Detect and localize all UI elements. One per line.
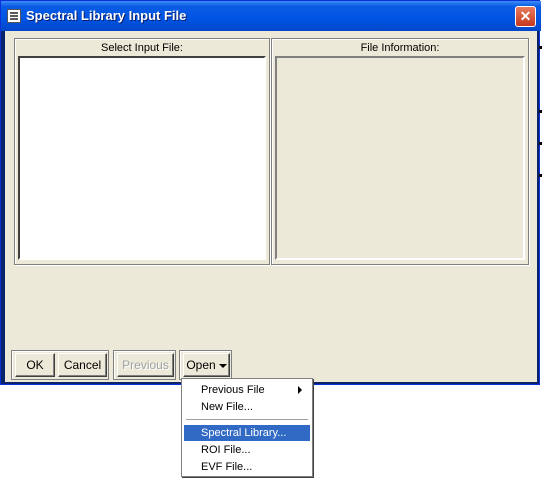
dropdown-arrow-icon	[218, 363, 227, 368]
title-bar[interactable]: Spectral Library Input File ✕	[1, 1, 541, 31]
menu-item-label: ROI File...	[201, 444, 251, 456]
close-icon: ✕	[519, 8, 532, 24]
dialog-client-area: Select Input File: File Information: OK …	[5, 31, 537, 382]
menu-item-label: Spectral Library...	[201, 427, 287, 439]
dialog-window: Spectral Library Input File ✕ Select Inp…	[0, 0, 541, 385]
previous-group: Previous	[113, 350, 176, 380]
open-dropdown-menu: Previous File New File... Spectral Libra…	[181, 378, 313, 477]
open-group: Open	[179, 350, 232, 380]
menu-item-label: Previous File	[201, 384, 265, 396]
file-info-label: File Information:	[360, 42, 440, 54]
menu-item-evf-file[interactable]: EVF File...	[184, 459, 310, 475]
ok-cancel-group: OK Cancel	[11, 350, 109, 380]
open-button-label: Open	[186, 358, 216, 372]
window-title: Spectral Library Input File	[26, 8, 187, 23]
menu-item-previous-file[interactable]: Previous File	[184, 382, 310, 398]
open-button[interactable]: Open	[183, 353, 230, 377]
file-info-panel: File Information:	[271, 38, 529, 265]
close-button[interactable]: ✕	[515, 6, 536, 27]
menu-item-roi-file[interactable]: ROI File...	[184, 442, 310, 458]
previous-button[interactable]: Previous	[117, 353, 174, 377]
menu-item-label: EVF File...	[201, 461, 253, 473]
submenu-arrow-icon	[298, 386, 302, 394]
input-file-list[interactable]	[18, 56, 266, 260]
menu-item-new-file[interactable]: New File...	[184, 399, 310, 415]
menu-item-label: New File...	[201, 401, 253, 413]
select-input-panel: Select Input File:	[14, 38, 270, 265]
select-input-label: Select Input File:	[101, 42, 183, 54]
ok-button[interactable]: OK	[15, 353, 55, 377]
file-info-area	[275, 56, 525, 260]
cancel-button[interactable]: Cancel	[58, 353, 107, 377]
app-icon	[7, 9, 21, 23]
menu-separator	[186, 419, 308, 421]
menu-item-spectral-library[interactable]: Spectral Library...	[184, 425, 310, 441]
